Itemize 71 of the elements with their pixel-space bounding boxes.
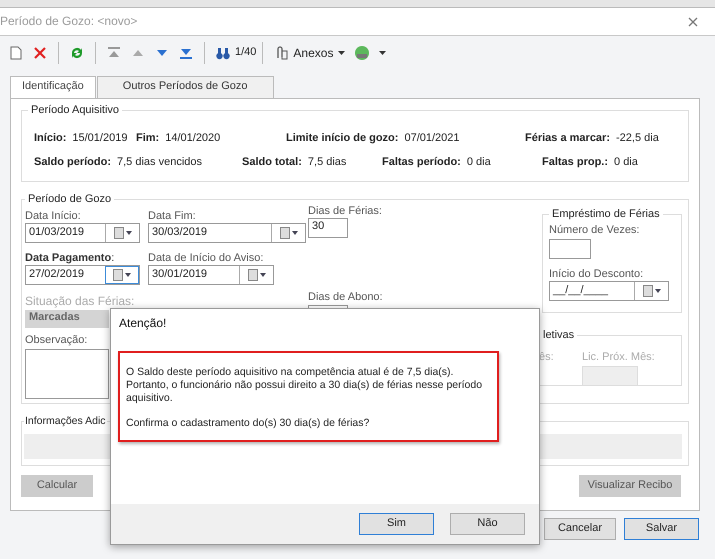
field-label: Faltas período: (382, 156, 461, 170)
refresh-icon[interactable] (69, 45, 85, 61)
field-value: 14/01/2020 (165, 132, 220, 146)
message-text: Confirma o cadastramento do(s) 30 dia(s) de férias? (126, 417, 370, 430)
field-label: Saldo período: (34, 156, 111, 170)
globe-icon[interactable] (354, 45, 370, 61)
field-label: Data Fim: (148, 210, 197, 223)
message-text: O Saldo deste período aquisitivo na competência atual é de 7,5 dia(s). Portanto, o funcionário não possui direito a 30 dia(s) de férias nesse período aquisitivo. (126, 366, 484, 406)
caret-icon (126, 231, 132, 235)
dialog-button[interactable]: Sim (359, 513, 434, 535)
field-label: Férias a marcar: (525, 132, 610, 146)
field-label: Saldo total: (242, 156, 302, 170)
date-field[interactable]: 27/02/2019 (25, 265, 140, 285)
field-value: 0 dia (466, 156, 491, 170)
field-label: Número de Vezes: (549, 224, 640, 237)
field-label: Início do Desconto: (549, 268, 644, 281)
date-field[interactable]: 30/03/2019 (148, 223, 306, 243)
date-field[interactable]: 01/03/2019 (25, 223, 140, 243)
field-label: Lic. Próx. Mês: (582, 351, 655, 364)
new-document-icon[interactable] (8, 45, 24, 61)
observation-field[interactable] (25, 349, 109, 399)
field-label: Observação: (25, 334, 88, 347)
field-label: Dias de Abono: (308, 291, 384, 304)
date-field[interactable]: 30/01/2019 (148, 265, 274, 285)
caret-icon (260, 273, 266, 277)
tab[interactable]: Outros Períodos de Gozo (96, 76, 274, 98)
field-label: Dias de Férias: (308, 205, 383, 218)
count-field[interactable] (549, 239, 591, 259)
dialog-button[interactable]: Cancelar (544, 518, 616, 540)
caret-icon (292, 231, 298, 235)
field-label: Limite início de gozo: (286, 132, 398, 146)
action-button[interactable]: Visualizar Recibo (579, 475, 681, 497)
field-value: 07/01/2021 (404, 132, 460, 146)
field-value: 7,5 dias (308, 156, 346, 170)
field-label: Fim: (136, 132, 160, 146)
field-value: 0 dia (614, 156, 638, 170)
field-label: Data de Início do Aviso: (148, 252, 264, 265)
tab[interactable]: Identificação (10, 76, 96, 98)
field-value: 7,5 dias vencidos (117, 156, 202, 170)
group-title: Período Aquisitivo (30, 105, 120, 116)
delete-icon[interactable] (32, 45, 48, 61)
days-field[interactable]: 30 (308, 218, 348, 238)
caret-icon (654, 289, 660, 293)
attachments-menu[interactable]: Anexos (293, 46, 334, 60)
group-title: Período de Gozo (27, 194, 112, 205)
calendar-icon (248, 269, 258, 281)
field-value: -22,5 dia (616, 132, 659, 146)
dialog-button[interactable]: Não (450, 513, 525, 535)
record-counter: 1/40 (235, 46, 256, 60)
group-title: Empréstimo de Férias (551, 209, 661, 220)
field-label: Início: (34, 132, 66, 146)
field-label: Data Início: (25, 210, 82, 223)
dialog-title: Atenção! (118, 315, 168, 332)
calendar-dropdown-button[interactable] (105, 266, 139, 284)
calendar-icon (113, 269, 123, 281)
calendar-icon (642, 285, 652, 297)
calendar-icon (114, 227, 124, 239)
field-label: Faltas prop.: (542, 156, 608, 170)
binoculars-icon[interactable] (215, 45, 231, 61)
close-icon[interactable] (688, 16, 698, 26)
group-title: Informações Adic (24, 416, 107, 426)
dialog-button[interactable]: Salvar (624, 518, 699, 540)
group-title: letivas (542, 330, 576, 341)
date-field[interactable]: __/__/____ (549, 281, 669, 301)
field-value: 15/01/2019 (72, 132, 128, 146)
calendar-icon (280, 227, 290, 239)
caret-icon (125, 273, 131, 277)
action-button[interactable]: Calcular (21, 475, 93, 497)
field-label: Situação das Férias: (25, 294, 136, 307)
window-title: Período de Gozo: <novo> (0, 14, 138, 29)
field-label: Data Pagamento: (25, 252, 116, 265)
